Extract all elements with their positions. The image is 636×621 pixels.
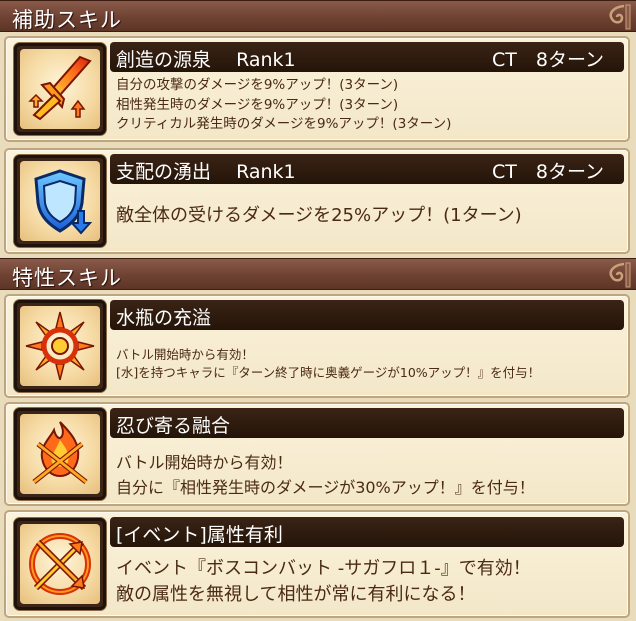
skill-name: 水瓶の充溢 <box>116 307 212 329</box>
skill-name-bar: 水瓶の充溢 <box>110 300 624 330</box>
skill-name: 創造の源泉 Rank1 <box>116 49 296 71</box>
trait-card[interactable]: [イベント]属性有利 イベント『ボスコンバット -サガフロ１-』で有効！ 敵の属… <box>4 510 630 618</box>
skill-description: 敵全体の受けるダメージを25%アップ！(1ターン) <box>116 204 522 228</box>
skill-cooldown: CT 8ターン <box>491 161 604 183</box>
skill-description: バトル開始時から有効！ 自分に『相性発生時のダメージが30%アップ！』を付与！ <box>116 450 535 500</box>
skill-icon-frame <box>14 300 106 392</box>
scroll-ornament-icon <box>609 262 631 288</box>
skill-description: 自分の攻撃のダメージを9%アップ！(3ターン) 相性発生時のダメージを9%アップ… <box>116 76 451 135</box>
flaming-sword-icon <box>28 55 92 121</box>
trait-card[interactable]: 忍び寄る融合 バトル開始時から有効！ 自分に『相性発生時のダメージが30%アップ… <box>4 402 630 506</box>
skill-name: 忍び寄る融合 <box>116 415 231 437</box>
skill-name-bar: 忍び寄る融合 <box>110 408 624 438</box>
skill-name: 支配の湧出 Rank1 <box>116 161 296 183</box>
skill-name-bar: [イベント]属性有利 <box>110 517 624 547</box>
description-line: イベント『ボスコンバット -サガフロ１-』で有効！ <box>116 558 531 579</box>
skill-cooldown: CT 8ターン <box>491 49 604 71</box>
scroll-ornament-icon <box>609 4 631 30</box>
section-title: 特性スキル <box>12 266 122 290</box>
section-title: 補助スキル <box>12 8 122 32</box>
description-line: 相性発生時のダメージを9%アップ！(3ターン) <box>116 96 399 113</box>
skill-name-bar: 創造の源泉 Rank1 CT 8ターン <box>110 42 624 72</box>
skill-icon-frame <box>14 518 106 610</box>
section-header-trait: 特性スキル <box>0 258 636 290</box>
flame-crossed-arrows-icon <box>32 421 88 484</box>
section-header-support: 補助スキル <box>0 0 636 32</box>
trait-card[interactable]: 水瓶の充溢 バトル開始時から有効！ [水]を持つキャラに『ターン終了時に奥義ゲー… <box>4 294 630 398</box>
skill-card[interactable]: 創造の源泉 Rank1 CT 8ターン 自分の攻撃のダメージを9%アップ！(3タ… <box>4 36 630 142</box>
crossed-arrows-circle-icon <box>29 533 91 595</box>
description-line: 敵全体の受けるダメージを25%アップ！(1ターン) <box>116 205 522 226</box>
description-line: クリティカル発生時のダメージを9%アップ！(3ターン) <box>116 116 452 132</box>
skill-description: イベント『ボスコンバット -サガフロ１-』で有効！ 敵の属性を無視して相性が常に… <box>116 556 531 608</box>
skill-icon-frame <box>14 43 106 135</box>
skill-card[interactable]: 支配の湧出 Rank1 CT 8ターン 敵全体の受けるダメージを25%アップ！(… <box>4 148 630 254</box>
description-line: バトル開始時から有効！ <box>116 453 293 472</box>
skill-name-bar: 支配の湧出 Rank1 CT 8ターン <box>110 154 624 184</box>
skill-icon-frame <box>14 408 106 500</box>
description-line: 自分に『相性発生時のダメージが30%アップ！』を付与！ <box>116 478 535 497</box>
description-line: [水]を持つキャラに『ターン終了時に奥義ゲージが10%アップ！』を付与！ <box>116 365 541 380</box>
skill-name: [イベント]属性有利 <box>116 524 283 546</box>
skill-icon-frame <box>14 155 106 247</box>
radiant-sun-icon <box>25 311 95 381</box>
description-line: バトル開始時から有効！ <box>116 347 254 362</box>
description-line: 自分の攻撃のダメージを9%アップ！(3ターン) <box>116 77 399 93</box>
skill-description: バトル開始時から有効！ [水]を持つキャラに『ターン終了時に奥義ゲージが10%ア… <box>116 346 540 382</box>
description-line: 敵の属性を無視して相性が常に有利になる！ <box>116 584 476 605</box>
shield-down-icon <box>34 169 93 235</box>
